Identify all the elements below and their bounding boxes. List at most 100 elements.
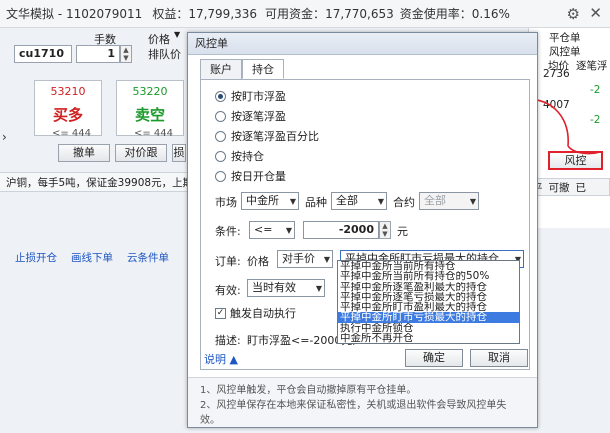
- contract-label: 合约: [393, 196, 415, 209]
- contract-select[interactable]: 全部 ▼: [419, 192, 479, 210]
- stop-loss-open-link[interactable]: 止损开仓: [15, 250, 57, 265]
- help-link[interactable]: 说明 ▲: [204, 351, 238, 367]
- chevron-down-icon: ▼: [289, 197, 296, 206]
- radio-per-trade-percent[interactable]: 按逐笔浮盈百分比: [215, 128, 319, 144]
- counter-price-button[interactable]: 对价跟: [115, 144, 167, 162]
- tab-account[interactable]: 账户: [200, 59, 242, 79]
- radio-icon: [215, 130, 226, 142]
- auto-execute-checkbox[interactable]: ✓ 触发自动执行: [215, 305, 296, 321]
- usage-label: 资金使用率：: [399, 7, 472, 21]
- chevron-down-icon: ▼: [377, 197, 384, 206]
- sell-label: 卖空: [134, 106, 165, 124]
- radio-label: 按持仓: [231, 150, 264, 163]
- draw-line-order-link[interactable]: 画线下单: [71, 250, 113, 265]
- action-dropdown-list: 平掉中金所当前所有持仓 平掉中金所当前所有持仓的50% 平掉中金所逐笔盈利最大的…: [337, 260, 520, 345]
- queue-price-label: 排队价: [148, 48, 181, 61]
- chevron-up-icon: ▲: [229, 353, 238, 366]
- contract-input[interactable]: cu1710: [14, 45, 72, 63]
- sell-price: 53220: [132, 85, 168, 98]
- radio-icon: [215, 170, 226, 182]
- chevron-down-icon: ▼: [285, 226, 292, 235]
- usage-value: 0.16%: [471, 6, 510, 21]
- available-label: 可用资金：: [265, 7, 326, 21]
- ok-button[interactable]: 确定: [405, 349, 463, 367]
- condition-select[interactable]: <= ▼: [249, 221, 295, 239]
- footer-note: 1、风控单触发，平仓会自动撤掉原有平仓挂单。: [200, 385, 417, 396]
- condition-label: 条件:: [215, 225, 241, 238]
- radio-icon: [215, 150, 226, 162]
- window-title: 文华模拟 - 1102079011: [6, 7, 143, 21]
- validity-select[interactable]: 当时有效 ▼: [247, 279, 325, 297]
- auto-execute-label: 触发自动执行: [230, 307, 296, 320]
- validity-value: 当时有效: [252, 281, 296, 294]
- chevron-down-icon: ▼: [323, 255, 330, 264]
- description-label: 描述:: [215, 334, 241, 347]
- condition-value: <=: [254, 223, 273, 236]
- contract-info-bar: 沪铜，每手5吨，保证金39908元，上期: [0, 172, 190, 192]
- orders-header: 平 可撤 已: [528, 178, 610, 196]
- col-header-cancelable: 可撤: [548, 181, 570, 194]
- chevron-down-icon: ▼: [174, 30, 181, 39]
- chevron-right-icon[interactable]: ›: [2, 130, 7, 144]
- order-label: 订单:: [215, 255, 241, 268]
- amount-unit: 元: [397, 225, 408, 238]
- available-value: 17,770,653: [325, 6, 394, 21]
- dropdown-option[interactable]: 平掉中金所逐笔盈利最大的持仓: [338, 282, 519, 292]
- cloud-condition-link[interactable]: 云条件单: [127, 250, 169, 265]
- order-price-label: 价格: [247, 255, 269, 268]
- cell-value: 2736: [543, 68, 570, 80]
- gear-icon[interactable]: ⚙: [567, 5, 580, 23]
- buy-label: 买多: [52, 106, 83, 124]
- radio-label: 按日开仓量: [231, 170, 286, 183]
- amount-input[interactable]: -2000: [303, 221, 379, 239]
- cancel-order-button[interactable]: 撤单: [58, 144, 110, 162]
- radio-position[interactable]: 按持仓: [215, 148, 264, 164]
- radio-label: 按逐笔浮盈百分比: [231, 130, 319, 143]
- variety-select[interactable]: 全部 ▼: [331, 192, 387, 210]
- dropdown-option[interactable]: 平掉中金所逐笔亏损最大的持仓: [338, 292, 519, 302]
- chevron-down-icon: ▼: [315, 284, 322, 293]
- quantity-stepper[interactable]: ▲ ▼: [120, 45, 132, 63]
- price-type-value: 对手价: [282, 252, 315, 265]
- market-value: 中金所: [246, 194, 279, 207]
- dropdown-option[interactable]: 平掉中金所当前所有持仓: [338, 261, 519, 271]
- col-header-per-float: 逐笔浮: [576, 60, 608, 72]
- amount-stepper[interactable]: ▲ ▼: [379, 221, 391, 239]
- radio-mark-to-market[interactable]: 按盯市浮盈: [215, 88, 286, 104]
- dialog-title: 风控单: [188, 33, 537, 55]
- buy-price: 53210: [50, 85, 86, 98]
- col-header-risk-order[interactable]: 风控单: [549, 44, 581, 59]
- risk-control-dialog: 风控单 账户 持仓 按盯市浮盈 按逐笔浮盈 按逐笔浮盈百分比 按持仓 按日开仓量…: [187, 32, 538, 428]
- chevron-down-icon: ▼: [469, 197, 476, 206]
- quantity-input[interactable]: 1: [76, 45, 120, 63]
- equity-value: 17,799,336: [188, 6, 258, 21]
- sell-limit-note: <= 444: [134, 128, 174, 139]
- more-button[interactable]: 损: [172, 144, 186, 162]
- footer-note: 2、风控单保存在本地来保证私密性，关机或退出软件会导致风控单失效。: [200, 400, 507, 426]
- radio-label: 按逐笔浮盈: [231, 110, 286, 123]
- dropdown-option[interactable]: 中金所不再开仓: [338, 333, 519, 343]
- radio-daily-open[interactable]: 按日开仓量: [215, 168, 286, 184]
- bottom-links: 止损开仓 画线下单 云条件单: [15, 250, 169, 265]
- dropdown-option-selected[interactable]: 平掉中金所盯市亏损最大的持仓: [338, 312, 519, 323]
- radio-per-trade[interactable]: 按逐笔浮盈: [215, 108, 286, 124]
- market-label: 市场: [215, 196, 237, 209]
- radio-selected-icon: [215, 90, 226, 102]
- cancel-button[interactable]: 取消: [470, 349, 528, 367]
- contract-value: 全部: [424, 194, 446, 207]
- variety-label: 品种: [305, 196, 327, 209]
- valid-label: 有效:: [215, 284, 241, 297]
- close-icon[interactable]: ✕: [589, 4, 602, 22]
- tab-position[interactable]: 持仓: [242, 59, 284, 79]
- help-label: 说明: [204, 353, 226, 366]
- window-titlebar: 文华模拟 - 1102079011 权益： 17,799,336 可用资金： 1…: [0, 0, 610, 28]
- dropdown-option[interactable]: 平掉中金所当前所有持仓的50%: [338, 271, 519, 281]
- dropdown-option[interactable]: 平掉中金所盯市盈利最大的持仓: [338, 302, 519, 312]
- radio-icon: [215, 110, 226, 122]
- equity-label: 权益：: [152, 7, 189, 21]
- market-select[interactable]: 中金所 ▼: [241, 192, 299, 210]
- price-type-select[interactable]: 对手价 ▼: [277, 250, 333, 268]
- col-header-close-order[interactable]: 平仓单: [549, 30, 581, 45]
- dropdown-option[interactable]: 执行中金所锁仓: [338, 323, 519, 333]
- col-header-done: 已: [575, 181, 587, 194]
